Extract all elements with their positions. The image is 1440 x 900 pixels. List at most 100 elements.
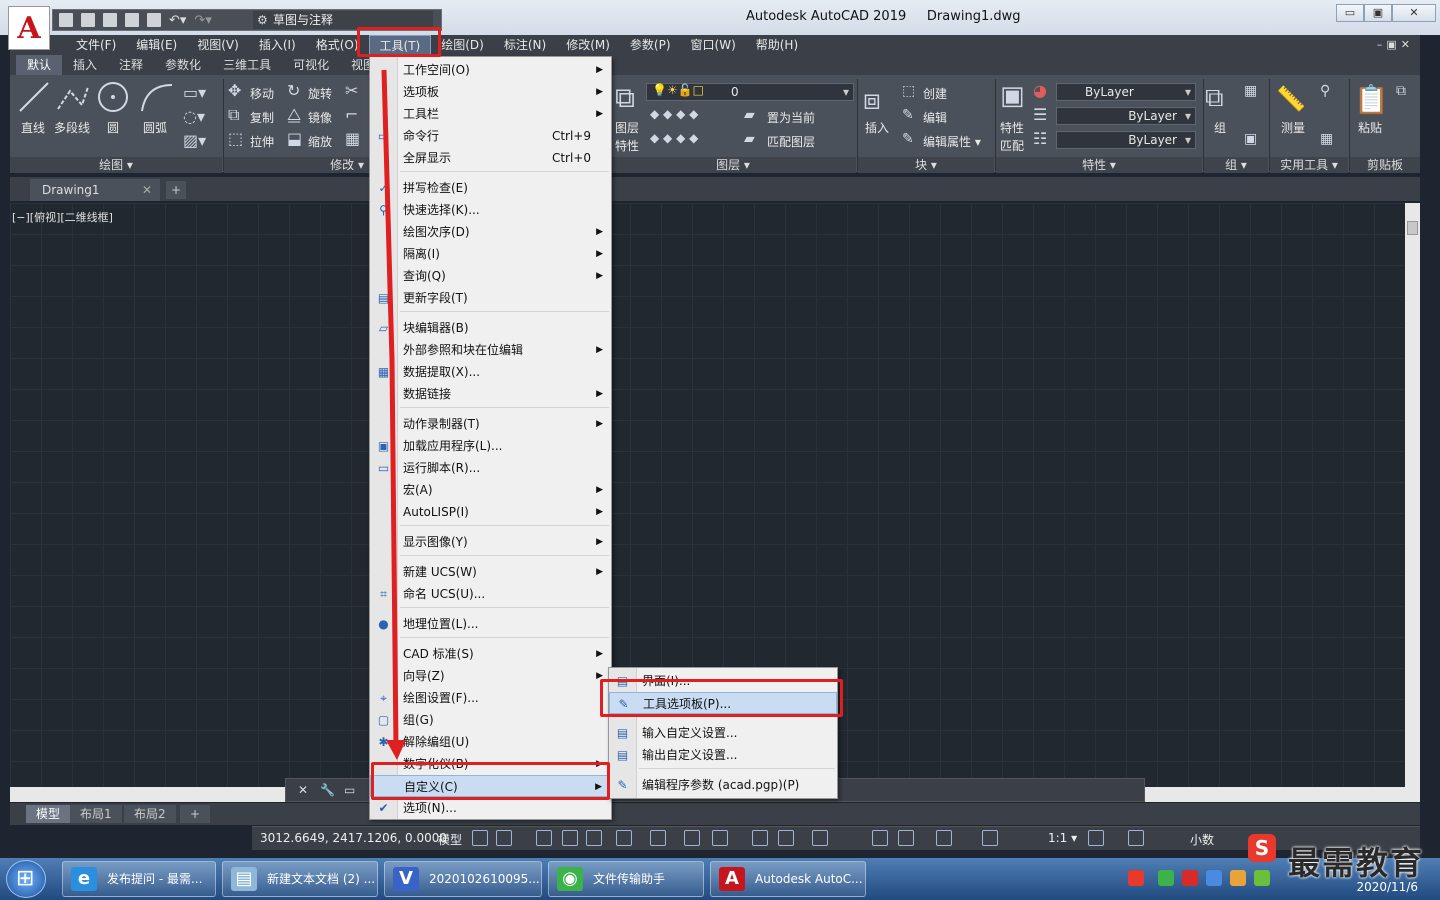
tab-3d-tools[interactable]: 三维工具 xyxy=(212,55,282,75)
set-current-button[interactable]: 置为当前 xyxy=(767,109,815,126)
array-icon[interactable]: ▦ xyxy=(345,129,360,148)
crosshair-icon[interactable] xyxy=(1128,830,1144,846)
arc-icon[interactable] xyxy=(140,81,174,113)
start-button[interactable] xyxy=(6,860,46,898)
layer-tools-row1-icon[interactable]: ◆ ◆ ◆ ◆ xyxy=(650,107,698,121)
annotation-scale-icon[interactable] xyxy=(982,830,998,846)
save-icon[interactable] xyxy=(103,13,117,27)
menu-item-ungroup[interactable]: 解除编组(U) ✱ xyxy=(370,731,611,753)
edit-block-button[interactable]: 编辑 xyxy=(923,109,947,126)
rotate-button[interactable]: 旋转 xyxy=(308,85,332,102)
menu-item-geographic-location[interactable]: 地理位置(L)... ● xyxy=(370,613,611,635)
layer-properties-button-line2[interactable]: 特性 xyxy=(615,137,639,154)
ungroup-icon[interactable]: ▦ xyxy=(1244,83,1257,99)
menu-insert[interactable]: 插入(I) xyxy=(249,35,306,55)
save-as-icon[interactable] xyxy=(125,13,139,27)
menu-item-isolate[interactable]: 隔离(I) ▶ xyxy=(370,243,611,265)
open-file-icon[interactable] xyxy=(81,13,95,27)
modify-group-label[interactable]: 修改 ▾ xyxy=(224,157,370,173)
taskbar-item-browser[interactable]: e 发布提问 - 最需... xyxy=(62,861,216,897)
edit-attribute-button[interactable]: 编辑属性 ▾ xyxy=(923,133,981,150)
tab-layout2[interactable]: 布局2 xyxy=(124,805,176,823)
match-properties-button[interactable]: 特性 xyxy=(1000,119,1024,136)
measure-icon[interactable]: 📏 xyxy=(1276,85,1306,113)
ortho-icon[interactable] xyxy=(586,830,602,846)
tab-annotate[interactable]: 注释 xyxy=(108,55,154,75)
properties-group-label[interactable]: 特性 ▾ xyxy=(996,157,1202,173)
vertical-scrollbar[interactable] xyxy=(1405,203,1420,787)
wechat-icon[interactable] xyxy=(1158,870,1174,886)
paste-button[interactable]: 粘贴 xyxy=(1358,119,1382,136)
menu-item-options[interactable]: 选项(N)... ✔ xyxy=(370,797,611,819)
rectangle-icon[interactable]: ▭▾ xyxy=(183,83,206,102)
network-icon[interactable] xyxy=(1230,870,1246,886)
menu-item-action-recorder[interactable]: 动作录制器(T) ▶ xyxy=(370,413,611,435)
groups-group-label[interactable]: 组 ▾ xyxy=(1204,157,1268,173)
menu-item-autolisp[interactable]: AutoLISP(I) ▶ xyxy=(370,501,611,523)
line-icon[interactable] xyxy=(18,81,50,113)
utilities-group-label[interactable]: 实用工具 ▾ xyxy=(1270,157,1348,173)
menu-edit[interactable]: 编辑(E) xyxy=(126,35,187,55)
viewport-controls[interactable]: [−][俯视][二维线框] xyxy=(12,209,113,225)
match-layer-button[interactable]: 匹配图层 xyxy=(767,133,815,150)
menu-item-inquiry[interactable]: 查询(Q) ▶ xyxy=(370,265,611,287)
dynamic-input-icon[interactable] xyxy=(562,830,578,846)
menu-item-draw-order[interactable]: 绘图次序(D) ▶ xyxy=(370,221,611,243)
taskbar-item-document[interactable]: V 2020102610095... xyxy=(384,861,542,897)
tab-layout1[interactable]: 布局1 xyxy=(70,805,122,823)
calculator-icon[interactable]: ▦ xyxy=(1320,131,1333,147)
menu-item-run-script[interactable]: 运行脚本(R)... ▭ xyxy=(370,457,611,479)
redo-icon[interactable]: ↷▾ xyxy=(194,13,211,28)
menu-parametric[interactable]: 参数(P) xyxy=(620,35,681,55)
tab-insert[interactable]: 插入 xyxy=(62,55,108,75)
tab-add-layout[interactable]: + xyxy=(180,805,211,823)
menu-item-block-editor[interactable]: 块编辑器(B) ▱ xyxy=(370,317,611,339)
menu-item-update-fields[interactable]: 更新字段(T) ▤ xyxy=(370,287,611,309)
close-button[interactable]: ✕ xyxy=(1392,4,1436,22)
circle-icon[interactable] xyxy=(97,81,129,113)
osnap-icon[interactable] xyxy=(650,830,666,846)
copy-button[interactable]: 复制 xyxy=(250,109,274,126)
command-prompt-icon[interactable]: ▭ xyxy=(344,783,355,797)
mirror-button[interactable]: 镜像 xyxy=(308,109,332,126)
units-selector[interactable]: 小数 xyxy=(1190,831,1214,848)
menu-dimension[interactable]: 标注(N) xyxy=(494,35,556,55)
polyline-button[interactable]: 多段线 xyxy=(54,119,90,136)
menu-item-cad-standards[interactable]: CAD 标准(S) ▶ xyxy=(370,643,611,665)
menu-item-new-ucs[interactable]: 新建 UCS(W) ▶ xyxy=(370,561,611,583)
layers-group-label[interactable]: 图层 ▾ xyxy=(610,157,856,173)
otrack-icon[interactable] xyxy=(684,830,700,846)
match-properties-icon[interactable]: ▣ xyxy=(1000,81,1025,111)
trim-icon[interactable]: ✂ xyxy=(345,81,358,100)
insert-block-icon[interactable]: ⧈ xyxy=(863,83,881,117)
shield-icon[interactable] xyxy=(1206,870,1222,886)
tab-parametric[interactable]: 参数化 xyxy=(154,55,212,75)
new-tab-button[interactable]: + xyxy=(166,181,186,199)
close-icon[interactable]: ✕ xyxy=(142,179,152,201)
menu-item-drafting-settings[interactable]: 绘图设置(F)... ⌖ xyxy=(370,687,611,709)
polar-icon[interactable] xyxy=(616,830,632,846)
file-tab-drawing1[interactable]: Drawing1 ✕ xyxy=(30,179,160,201)
minimize-button[interactable]: ▭ xyxy=(1336,4,1364,22)
hatch-icon[interactable]: ◌▾ xyxy=(183,107,205,126)
tab-model[interactable]: 模型 xyxy=(26,805,71,823)
submenu-item-import-customizations[interactable]: ▤ 输入自定义设置... xyxy=(609,722,837,744)
menu-item-quick-select[interactable]: 快速选择(K)... ⚲ xyxy=(370,199,611,221)
menu-item-command-line[interactable]: 命令行 ▭ Ctrl+9 xyxy=(370,125,611,147)
menu-modify[interactable]: 修改(M) xyxy=(556,35,620,55)
fillet-icon[interactable]: ⌐ xyxy=(345,105,358,124)
menu-item-named-ucs[interactable]: 命名 UCS(U)... ⌗ xyxy=(370,583,611,605)
menu-item-macro[interactable]: 宏(A) ▶ xyxy=(370,479,611,501)
tab-default[interactable]: 默认 xyxy=(16,55,63,75)
annotation-scale[interactable]: 1:1 ▾ xyxy=(1048,831,1077,845)
measure-button[interactable]: 测量 xyxy=(1281,119,1305,136)
tab-visualize[interactable]: 可视化 xyxy=(282,55,340,75)
lineweight-combo[interactable]: ByLayer xyxy=(1056,131,1196,149)
lineweight-display-icon[interactable] xyxy=(712,830,728,846)
taskbar-item-notepad[interactable]: ▤ 新建文本文档 (2) ... xyxy=(222,861,378,897)
3d-osnap-icon[interactable] xyxy=(812,830,828,846)
menu-window[interactable]: 窗口(W) xyxy=(681,35,746,55)
draw-group-label[interactable]: 绘图 ▾ xyxy=(10,157,222,173)
stretch-button[interactable]: 拉伸 xyxy=(250,133,274,150)
match-properties-button-line2[interactable]: 匹配 xyxy=(1000,137,1024,154)
